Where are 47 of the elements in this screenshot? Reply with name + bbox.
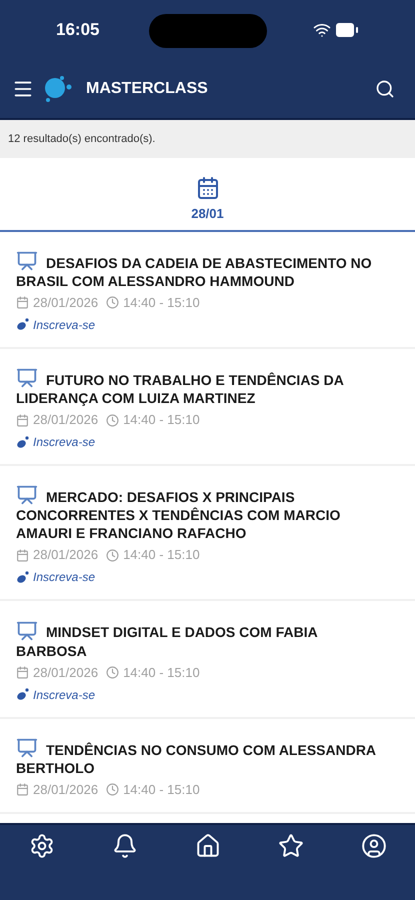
bell-icon[interactable] bbox=[112, 833, 138, 859]
clock-icon bbox=[106, 296, 120, 310]
subscribe-link[interactable]: Inscreva-se bbox=[16, 316, 399, 333]
date-tab[interactable]: 28/01 bbox=[0, 158, 415, 232]
subscribe-link[interactable]: Inscreva-se bbox=[16, 569, 399, 586]
subscribe-link[interactable]: Inscreva-se bbox=[16, 434, 399, 450]
logo-icon bbox=[42, 74, 74, 104]
presentation-icon bbox=[16, 484, 38, 506]
calendar-icon bbox=[16, 296, 29, 310]
clock-icon bbox=[106, 548, 120, 562]
search-button[interactable] bbox=[375, 79, 395, 99]
calendar-icon bbox=[16, 783, 29, 796]
session-time: 14:40 - 15:10 bbox=[123, 664, 200, 681]
presentation-icon bbox=[16, 620, 38, 642]
session-title: MERCADO: DESAFIOS X PRINCIPAIS CONCORRENTES X TENDÊNCIAS COM MARCIO AMAURI E FRANCIANO RAFACHO bbox=[16, 488, 399, 542]
session-time: 14:40 - 15:10 bbox=[123, 294, 200, 311]
session-time: 14:40 - 15:10 bbox=[123, 547, 200, 564]
session-title: DESAFIOS DA CADEIA DE ABASTECIMENTO NO BRASIL COM ALESSANDRO HAMMOUND bbox=[16, 254, 399, 290]
session-time: 14:40 - 15:10 bbox=[123, 782, 200, 798]
clock-icon bbox=[106, 783, 120, 796]
presentation-icon bbox=[16, 736, 38, 759]
session-date: 28/01/2026 bbox=[33, 664, 98, 681]
session-time: 14:40 - 15:10 bbox=[123, 412, 200, 428]
profile-icon[interactable] bbox=[360, 833, 386, 859]
calendar-icon bbox=[16, 548, 29, 562]
session-date: 28/01/2026 bbox=[33, 294, 98, 311]
session-date: 28/01/2026 bbox=[33, 547, 98, 564]
home-icon[interactable] bbox=[194, 833, 220, 859]
subscribe-link[interactable]: Inscreva-se bbox=[16, 686, 399, 703]
app-title: MASTERCLASS bbox=[86, 79, 209, 99]
presentation-icon bbox=[16, 250, 38, 272]
calendar-icon bbox=[16, 414, 29, 427]
session-title: MINDSET DIGITAL E DADOS COM FABIA BARBOSA bbox=[16, 623, 399, 660]
calendar-icon bbox=[196, 176, 220, 200]
star-icon[interactable] bbox=[278, 833, 304, 859]
calendar-icon bbox=[16, 666, 29, 680]
presentation-icon bbox=[16, 367, 38, 390]
session-title: TENDÊNCIAS NO CONSUMO COM ALESSANDRA BERTHOLO bbox=[16, 740, 399, 777]
results-count: 12 resultado(s) encontrado(s). bbox=[8, 132, 156, 147]
wifi-icon bbox=[313, 21, 331, 39]
session-title: FUTURO NO TRABALHO E TENDÊNCIAS DA LIDERANÇA COM LUIZA MARTINEZ bbox=[16, 370, 399, 408]
clock-icon bbox=[106, 414, 120, 427]
clock-icon bbox=[106, 666, 120, 680]
session-date: 28/01/2026 bbox=[33, 782, 98, 798]
status-time: 16:05 bbox=[56, 19, 100, 42]
settings-icon[interactable] bbox=[28, 833, 54, 859]
session-date: 28/01/2026 bbox=[33, 412, 98, 428]
